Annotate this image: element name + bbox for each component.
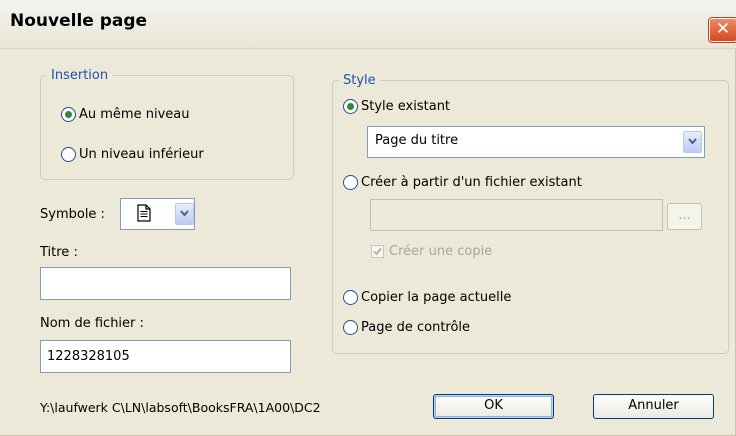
radio-existing-style-label: Style existant [361, 98, 451, 114]
create-copy-checkbox: Créer une copie [371, 244, 492, 259]
radio-button-icon [343, 98, 358, 114]
ok-button-label: OK [484, 398, 503, 413]
radio-copy-current[interactable]: Copier la page actuelle [343, 288, 511, 306]
style-select[interactable]: Page du titre [367, 126, 705, 158]
page-icon [137, 204, 151, 226]
file-path: Y:\laufwerk C\LN\labsoft\BooksFRA\1A00\D… [40, 400, 321, 415]
radio-button-icon [343, 319, 358, 335]
radio-from-file[interactable]: Créer à partir d'un fichier existant [343, 173, 582, 191]
new-page-dialog: Nouvelle page ✕ Insertion Au même niveau… [0, 0, 736, 436]
symbol-dropdown-button[interactable] [175, 203, 194, 225]
radio-button-icon [343, 174, 358, 190]
close-button[interactable]: ✕ [708, 17, 736, 43]
browse-button: ... [667, 203, 702, 230]
radio-button-icon [61, 146, 76, 162]
radio-same-level[interactable]: Au même niveau [61, 105, 189, 123]
symbol-dropdown[interactable] [120, 198, 195, 230]
radio-control-page-label: Page de contrôle [361, 319, 471, 335]
cancel-button[interactable]: Annuler [593, 394, 714, 419]
style-select-button[interactable] [683, 131, 702, 153]
radio-copy-current-label: Copier la page actuelle [361, 289, 512, 305]
create-copy-label: Créer une copie [389, 244, 493, 259]
source-file-field [370, 199, 663, 231]
chevron-down-icon [688, 138, 697, 145]
filename-input[interactable] [40, 340, 291, 373]
radio-same-level-label: Au même niveau [79, 106, 190, 122]
close-icon: ✕ [715, 19, 731, 39]
cancel-button-label: Annuler [628, 398, 679, 413]
style-select-value: Page du titre [375, 133, 459, 148]
radio-lower-level[interactable]: Un niveau inférieur [61, 145, 204, 163]
insertion-legend: Insertion [51, 68, 109, 83]
ok-button[interactable]: OK [433, 394, 554, 419]
style-legend: Style [343, 73, 376, 88]
insertion-group: Insertion [40, 68, 294, 180]
radio-existing-style[interactable]: Style existant [343, 97, 450, 115]
filename-label: Nom de fichier : [40, 316, 144, 331]
title-label: Titre : [40, 245, 78, 260]
checkbox-icon [371, 245, 384, 258]
radio-button-icon [61, 106, 76, 122]
symbol-label: Symbole : [40, 207, 105, 222]
radio-from-file-label: Créer à partir d'un fichier existant [361, 174, 582, 190]
dialog-title: Nouvelle page [10, 11, 148, 31]
radio-button-icon [343, 289, 358, 305]
radio-control-page[interactable]: Page de contrôle [343, 318, 470, 336]
title-input[interactable] [40, 267, 291, 300]
title-bar[interactable]: Nouvelle page [0, 0, 736, 49]
radio-lower-level-label: Un niveau inférieur [79, 146, 204, 162]
browse-label: ... [678, 208, 691, 223]
chevron-down-icon [180, 210, 189, 217]
